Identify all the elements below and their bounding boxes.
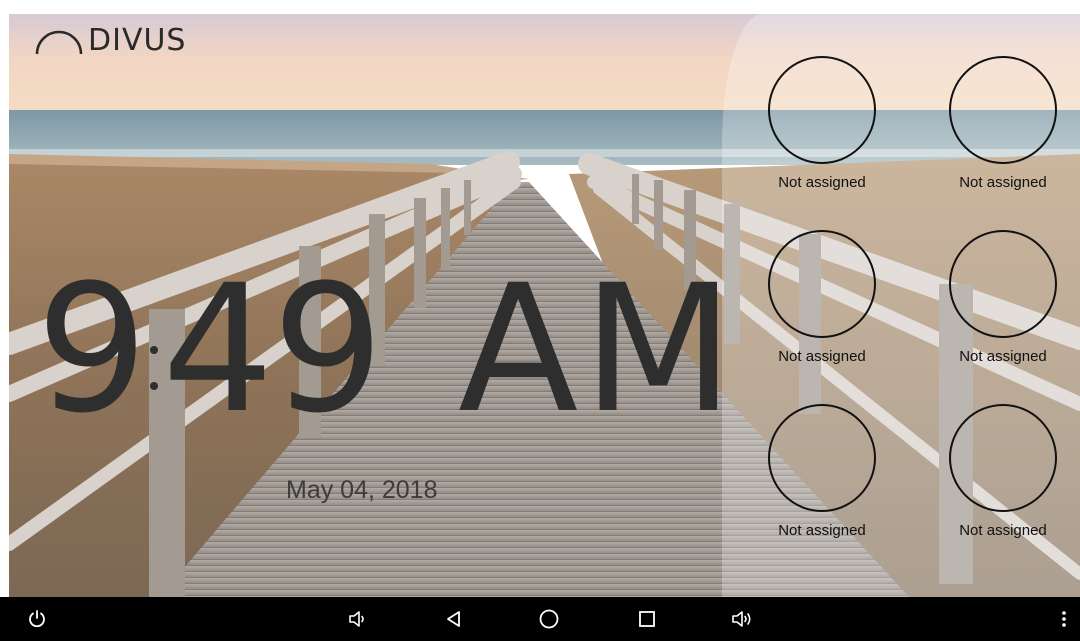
slot-label: Not assigned <box>778 522 866 539</box>
slot-circle[interactable] <box>768 404 876 512</box>
slot-label: Not assigned <box>959 348 1047 365</box>
date-display: May 04, 2018 <box>286 476 438 504</box>
power-icon <box>29 610 45 628</box>
quick-slot-5[interactable]: Not assigned <box>747 404 897 539</box>
divus-logo: DIVUS <box>34 26 186 56</box>
volume-down-icon <box>349 611 364 627</box>
volume-up-button[interactable] <box>726 597 758 641</box>
slot-circle[interactable] <box>949 404 1057 512</box>
clock-meridiem: AM <box>457 247 739 452</box>
back-button[interactable] <box>438 597 470 641</box>
slot-label: Not assigned <box>959 522 1047 539</box>
quick-slot-3[interactable]: Not assigned <box>747 230 897 365</box>
logo-text: DIVUS <box>88 23 187 58</box>
home-screen: DIVUS 9 49 AM May 04, 2018 Not assigned … <box>0 0 1080 641</box>
home-button[interactable] <box>533 597 565 641</box>
recents-button[interactable] <box>631 597 663 641</box>
quick-slot-6[interactable]: Not assigned <box>928 404 1078 539</box>
recents-icon <box>639 611 655 627</box>
slot-circle[interactable] <box>768 230 876 338</box>
navigation-bar <box>0 597 1080 641</box>
quick-slot-2[interactable]: Not assigned <box>928 56 1078 191</box>
slot-label: Not assigned <box>778 348 866 365</box>
home-icon <box>539 609 559 629</box>
clock-minutes: 49 <box>161 247 384 452</box>
slot-circle[interactable] <box>949 56 1057 164</box>
quick-slot-4[interactable]: Not assigned <box>928 230 1078 365</box>
slot-circle[interactable] <box>949 230 1057 338</box>
quick-slot-1[interactable]: Not assigned <box>747 56 897 191</box>
clock-display: 9 49 AM <box>36 262 738 438</box>
more-options-button[interactable] <box>1056 597 1072 641</box>
power-button[interactable] <box>22 597 52 641</box>
clock-colon <box>149 346 158 390</box>
slot-circle[interactable] <box>768 56 876 164</box>
clock-hours: 9 <box>36 247 148 452</box>
slot-label: Not assigned <box>959 174 1047 191</box>
volume-up-icon <box>732 611 751 627</box>
logo-arc-icon <box>35 30 83 55</box>
volume-down-button[interactable] <box>342 597 374 641</box>
slot-label: Not assigned <box>778 174 866 191</box>
more-options-icon <box>1062 611 1066 627</box>
back-icon <box>447 611 460 627</box>
